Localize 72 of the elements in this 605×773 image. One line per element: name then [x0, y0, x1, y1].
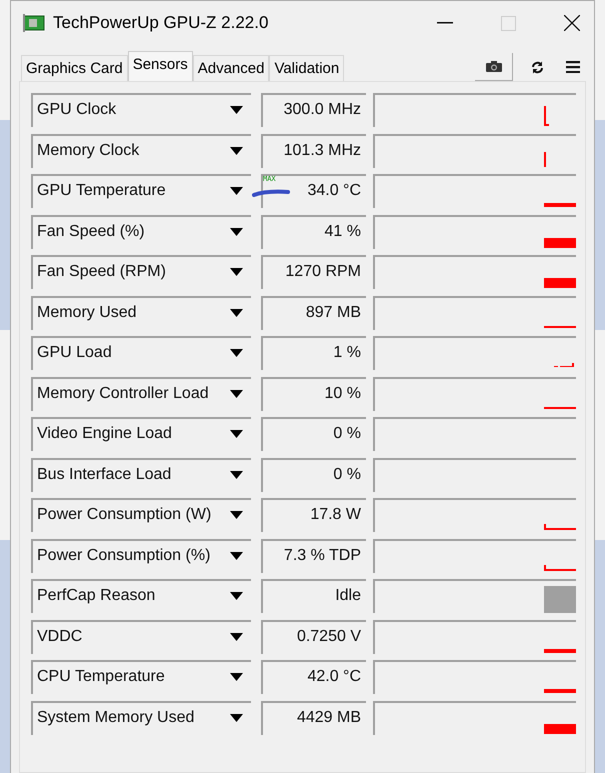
sensor-value: 7.3 % TDP [261, 538, 366, 572]
camera-icon [486, 61, 502, 72]
tab[interactable]: Advanced [192, 55, 270, 81]
refresh-icon[interactable] [531, 60, 544, 74]
dropdown-arrow-icon [230, 390, 243, 398]
sensor-dropdown[interactable]: Bus Interface Load [31, 458, 251, 492]
dropdown-arrow-icon [230, 470, 243, 478]
sensor-dropdown[interactable]: Power Consumption (%) [31, 538, 251, 572]
sensor-dropdown[interactable]: Power Consumption (W) [31, 498, 251, 532]
sensor-dropdown[interactable]: VDDC [31, 620, 251, 654]
dropdown-arrow-icon [230, 511, 243, 519]
sensor-dropdown[interactable]: Video Engine Load [31, 417, 251, 451]
dropdown-arrow-icon [230, 228, 243, 236]
sparkline-drawing [544, 238, 576, 248]
sensor-dropdown[interactable]: Fan Speed (%) [31, 214, 251, 248]
sensor-dropdown[interactable]: Memory Used [31, 296, 251, 330]
sensor-dropdown[interactable]: GPU Load [31, 336, 251, 370]
dropdown-arrow-icon [230, 268, 243, 276]
dropdown-arrow-icon [230, 714, 243, 722]
close-icon[interactable] [564, 15, 580, 31]
sparkline-drawing [544, 278, 576, 288]
window-title: TechPowerUp GPU-Z 2.22.0 [53, 13, 268, 33]
sparkline-drawing [544, 106, 549, 126]
dropdown-arrow-icon [230, 146, 243, 154]
tab[interactable]: Graphics Card [21, 55, 128, 81]
sparkline-drawing [544, 524, 576, 530]
sensor-dropdown[interactable]: PerfCap Reason [31, 579, 251, 613]
sparkline-drawing [544, 406, 576, 408]
dropdown-arrow-icon [230, 430, 243, 438]
sensor-dropdown[interactable]: GPU Clock [31, 93, 251, 127]
sparkline-drawing [544, 326, 576, 328]
dropdown-arrow-icon [230, 673, 243, 681]
sensor-value: 1 % [261, 336, 366, 370]
sensor-value: 0.7250 V [261, 620, 366, 654]
sensor-dropdown[interactable]: Memory Controller Load [31, 376, 251, 410]
sparkline-drawing [544, 203, 576, 207]
sparkline-drawing [544, 689, 576, 693]
dropdown-arrow-icon [230, 106, 243, 114]
sensor-dropdown[interactable]: Memory Clock [31, 134, 251, 168]
sensor-dropdown[interactable]: GPU Temperature [31, 174, 251, 208]
sensor-value: 897 MB [261, 296, 366, 330]
sensor-value: 0 % [261, 458, 366, 492]
sparkline-drawing [544, 648, 576, 652]
sensor-value: Idle [261, 579, 366, 613]
dropdown-arrow-icon [230, 349, 243, 357]
graphics-card-icon [23, 14, 45, 32]
sensor-dropdown[interactable]: Fan Speed (RPM) [31, 255, 251, 289]
sensor-value: 300.0 MHz [261, 93, 366, 127]
sparkline-drawing [544, 152, 546, 166]
sensor-value: 0 % [261, 417, 366, 451]
tab[interactable]: Validation [269, 55, 344, 81]
sensor-value: 41 % [261, 214, 366, 248]
dropdown-arrow-icon [230, 308, 243, 316]
sensor-value: 42.0 °C [261, 660, 366, 694]
sparkline-drawing [554, 363, 574, 367]
menu-icon[interactable] [566, 61, 580, 73]
dropdown-arrow-icon [230, 187, 243, 195]
sparkline-drawing [544, 564, 576, 570]
dropdown-arrow-icon [230, 592, 243, 600]
sensor-value: 10 % [261, 376, 366, 410]
sensor-value: 4429 MB [261, 700, 366, 734]
sparkline-drawing [544, 586, 576, 613]
minimize-icon[interactable] [437, 22, 453, 24]
sensor-value: 17.8 W [261, 498, 366, 532]
tab[interactable]: Sensors [128, 51, 193, 81]
sensor-value: 101.3 MHz [261, 134, 366, 168]
dropdown-arrow-icon [230, 552, 243, 560]
sensor-dropdown[interactable]: CPU Temperature [31, 660, 251, 694]
sensor-dropdown[interactable]: System Memory Used [31, 700, 251, 734]
dropdown-arrow-icon [230, 632, 243, 640]
sensor-value: 1270 RPM [261, 255, 366, 289]
sparkline-drawing [544, 724, 576, 734]
